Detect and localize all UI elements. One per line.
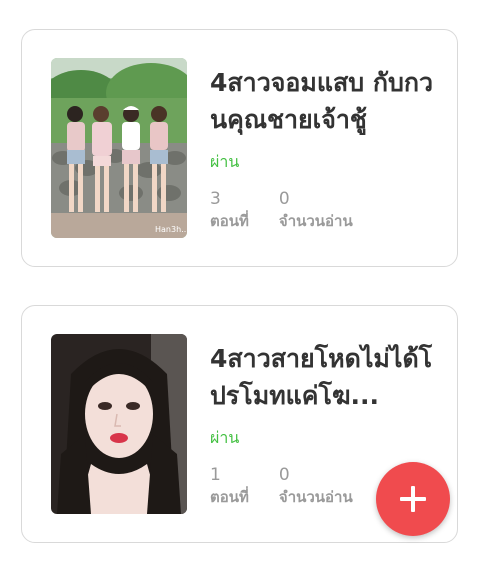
story-stats: 3 ตอนที่ 0 จำนวนอ่าน xyxy=(210,188,437,232)
story-cover-image[interactable] xyxy=(51,334,187,514)
reads-count: 0 xyxy=(278,189,290,209)
status-badge: ผ่าน xyxy=(210,152,240,171)
add-story-button[interactable] xyxy=(376,462,450,536)
story-cover-image[interactable]: Han3h... xyxy=(51,58,187,238)
reads-stat: 0 จำนวนอ่าน xyxy=(279,464,353,508)
status-badge: ผ่าน xyxy=(210,428,240,447)
story-info: 4สาวจอมแสบ กับกวนคุณชายเจ้าชู้ ผ่าน 3 ตอ… xyxy=(210,64,437,232)
cover-photo-girl-portrait xyxy=(51,334,187,514)
cover-watermark: Han3h... xyxy=(155,225,187,234)
episodes-count: 1 xyxy=(210,465,221,485)
episodes-count: 3 xyxy=(210,189,221,209)
plus-icon xyxy=(400,486,426,512)
episodes-stat: 1 ตอนที่ xyxy=(210,464,249,508)
cover-photo-group-four-girls: Han3h... xyxy=(51,58,187,238)
reads-stat: 0 จำนวนอ่าน xyxy=(279,188,353,232)
story-card[interactable]: Han3h... 4สาวจอมแสบ กับกวนคุณชายเจ้าชู้ … xyxy=(21,29,458,267)
story-title[interactable]: 4สาวจอมแสบ กับกวนคุณชายเจ้าชู้ xyxy=(210,64,437,138)
story-title[interactable]: 4สาวสายโหดไม่ได้โปรโมทแค่โฆ... xyxy=(210,340,437,414)
episodes-label: ตอนที่ xyxy=(210,488,249,506)
episodes-stat: 3 ตอนที่ xyxy=(210,188,249,232)
episodes-label: ตอนที่ xyxy=(210,212,249,230)
reads-label: จำนวนอ่าน xyxy=(278,488,353,506)
reads-count: 0 xyxy=(278,465,290,485)
reads-label: จำนวนอ่าน xyxy=(278,212,353,230)
story-list: Han3h... 4สาวจอมแสบ กับกวนคุณชายเจ้าชู้ … xyxy=(0,0,480,568)
